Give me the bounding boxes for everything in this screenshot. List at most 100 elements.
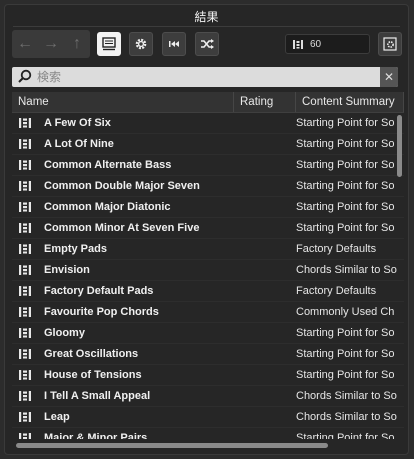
table-header: Name Rating Content Summary <box>12 92 404 113</box>
chord-pad-icon <box>18 159 32 171</box>
navigation-group: ← → ↑ <box>12 30 90 58</box>
chord-pad-icon <box>18 180 32 192</box>
row-name: Common Minor At Seven Five <box>44 222 200 234</box>
row-summary: Factory Defaults <box>296 285 377 297</box>
table-row[interactable]: A Few Of Six Starting Point for So <box>12 113 404 134</box>
table-row[interactable]: A Lot Of Nine Starting Point for So <box>12 134 404 155</box>
row-summary: Starting Point for So <box>296 201 395 213</box>
row-summary: Chords Similar to So <box>296 411 397 423</box>
title-divider <box>13 26 400 27</box>
row-name-cell: A Lot Of Nine <box>12 138 234 150</box>
row-name: A Lot Of Nine <box>44 138 114 150</box>
chord-pad-icon <box>18 138 32 150</box>
chord-pad-icon <box>18 243 32 255</box>
row-name-cell: Great Oscillations <box>12 348 234 360</box>
row-summary: Starting Point for So <box>296 138 395 150</box>
close-icon: ✕ <box>383 70 395 84</box>
row-summary: Starting Point for So <box>296 180 395 192</box>
row-name-cell: Envision <box>12 264 234 276</box>
window-settings-button[interactable] <box>378 32 402 56</box>
table-row[interactable]: Gloomy Starting Point for So <box>12 323 404 344</box>
row-name-cell: Gloomy <box>12 327 234 339</box>
row-summary: Chords Similar to So <box>296 264 397 276</box>
row-name: Common Alternate Bass <box>44 159 172 171</box>
clear-search-button[interactable]: ✕ <box>380 67 398 87</box>
settings-button[interactable] <box>129 32 153 56</box>
search-icon <box>18 69 32 83</box>
row-name: House of Tensions <box>44 369 142 381</box>
row-name-cell: Empty Pads <box>12 243 234 255</box>
chord-pad-icon <box>18 222 32 234</box>
table-row[interactable]: Common Major Diatonic Starting Point for … <box>12 197 404 218</box>
chord-pad-icon <box>18 348 32 360</box>
gear-icon <box>135 38 147 50</box>
chord-pad-icon <box>18 390 32 402</box>
vertical-scrollbar[interactable] <box>397 115 402 177</box>
table-row[interactable]: Great Oscillations Starting Point for So <box>12 344 404 365</box>
table-row[interactable]: Common Minor At Seven Five Starting Point… <box>12 218 404 239</box>
row-name: Common Double Major Seven <box>44 180 200 192</box>
row-name-cell: House of Tensions <box>12 369 234 381</box>
row-name-cell: Leap <box>12 411 234 423</box>
row-summary: Starting Point for So <box>296 369 395 381</box>
row-name-cell: I Tell A Small Appeal <box>12 390 234 402</box>
result-count-field: 60 <box>285 34 370 54</box>
table-row[interactable]: Leap Chords Similar to So <box>12 407 404 428</box>
table-row[interactable]: Empty Pads Factory Defaults <box>12 239 404 260</box>
row-name: Great Oscillations <box>44 348 139 360</box>
row-name: Common Major Diatonic <box>44 201 171 213</box>
chord-pad-icon <box>18 201 32 213</box>
list-view-button[interactable] <box>97 32 121 56</box>
window-titlebar: 結果 <box>5 5 408 27</box>
column-header-rating[interactable]: Rating <box>234 92 296 112</box>
row-summary: Starting Point for So <box>296 222 395 234</box>
row-name-cell: Common Double Major Seven <box>12 180 234 192</box>
row-name-cell: Common Alternate Bass <box>12 159 234 171</box>
table-row[interactable]: Envision Chords Similar to So <box>12 260 404 281</box>
arrow-left-icon[interactable]: ← <box>14 35 36 53</box>
shuffle-button[interactable] <box>195 32 219 56</box>
row-name: Favourite Pop Chords <box>44 306 159 318</box>
row-name: Empty Pads <box>44 243 107 255</box>
arrow-up-icon[interactable]: ↑ <box>66 35 88 53</box>
row-summary: Starting Point for So <box>296 117 395 129</box>
table-row[interactable]: Common Alternate Bass Starting Point for … <box>12 155 404 176</box>
search-input[interactable] <box>33 67 380 87</box>
results-table: Name Rating Content Summary A Few Of Six… <box>12 92 404 439</box>
rewind-icon <box>169 41 179 47</box>
table-row[interactable]: House of Tensions Starting Point for So <box>12 365 404 386</box>
row-name-cell: Common Major Diatonic <box>12 201 234 213</box>
column-header-content-summary[interactable]: Content Summary <box>296 92 404 112</box>
chord-pad-icon <box>18 306 32 318</box>
settings-icon <box>383 37 397 51</box>
row-name: A Few Of Six <box>44 117 111 129</box>
row-name-cell: Factory Default Pads <box>12 285 234 297</box>
row-name-cell: Major & Minor Pairs <box>12 432 234 439</box>
table-row[interactable]: I Tell A Small Appeal Chords Similar to S… <box>12 386 404 407</box>
row-name: Leap <box>44 411 70 423</box>
row-summary: Chords Similar to So <box>296 390 397 402</box>
chord-pad-icon <box>18 264 32 276</box>
toolbar: ← → ↑ 60 <box>12 30 402 58</box>
table-row[interactable]: Major & Minor Pairs Starting Point for So <box>12 428 404 439</box>
row-summary: Commonly Used Ch <box>296 306 395 318</box>
row-name: Envision <box>44 264 90 276</box>
chord-pad-icon <box>18 432 32 439</box>
table-row[interactable]: Factory Default Pads Factory Defaults <box>12 281 404 302</box>
row-summary: Starting Point for So <box>296 159 395 171</box>
window-title: 結果 <box>194 9 219 24</box>
search-bar: ✕ <box>12 67 398 87</box>
table-row[interactable]: Common Double Major Seven Starting Point … <box>12 176 404 197</box>
column-header-name[interactable]: Name <box>12 92 234 112</box>
horizontal-scrollbar[interactable] <box>16 443 328 448</box>
row-name-cell: Common Minor At Seven Five <box>12 222 234 234</box>
row-summary: Starting Point for So <box>296 348 395 360</box>
list-view-icon <box>102 37 116 51</box>
chord-pad-icon <box>18 411 32 423</box>
arrow-right-icon[interactable]: → <box>40 35 62 53</box>
row-name-cell: Favourite Pop Chords <box>12 306 234 318</box>
row-name: Gloomy <box>44 327 85 339</box>
table-row[interactable]: Favourite Pop Chords Commonly Used Ch <box>12 302 404 323</box>
shuffle-icon <box>201 39 214 49</box>
rewind-button[interactable] <box>162 32 186 56</box>
